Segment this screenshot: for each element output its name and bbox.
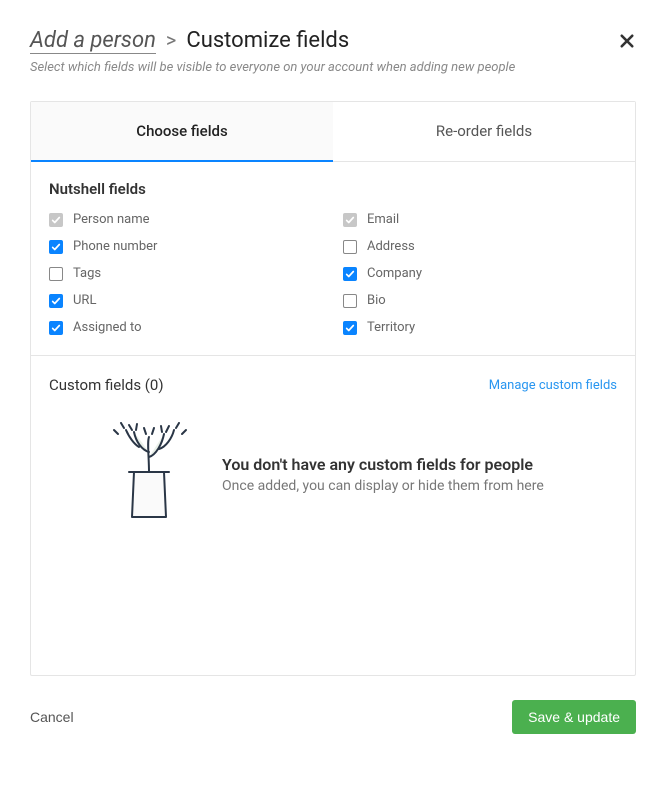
field-phone: Phone number <box>49 239 323 254</box>
fields-panel: Choose fields Re-order fields Nutshell f… <box>30 101 636 676</box>
field-label: Assigned to <box>73 320 142 335</box>
checkbox-person-name <box>49 213 63 227</box>
field-label: URL <box>73 293 96 308</box>
checkbox-phone[interactable] <box>49 240 63 254</box>
checkbox-bio[interactable] <box>343 294 357 308</box>
tab-choose-fields[interactable]: Choose fields <box>31 102 333 162</box>
page-subtitle: Select which fields will be visible to e… <box>30 60 636 75</box>
close-icon <box>618 32 636 50</box>
field-label: Territory <box>367 320 415 335</box>
field-label: Email <box>367 212 399 227</box>
field-email: Email <box>343 212 617 227</box>
field-label: Address <box>367 239 415 254</box>
page-title: Customize fields <box>186 28 349 53</box>
breadcrumb-parent-link[interactable]: Add a person <box>30 28 156 54</box>
save-button[interactable]: Save & update <box>512 700 636 734</box>
close-button[interactable] <box>618 32 636 54</box>
breadcrumb: Add a person > Customize fields <box>30 28 636 54</box>
nutshell-fields-section: Nutshell fields Person name Email Phone … <box>31 162 635 355</box>
custom-fields-section: Custom fields (0) Manage custom fields <box>31 355 635 675</box>
tab-reorder-fields[interactable]: Re-order fields <box>333 102 635 162</box>
manage-custom-fields-link[interactable]: Manage custom fields <box>489 378 617 393</box>
field-bio: Bio <box>343 293 617 308</box>
field-territory: Territory <box>343 320 617 335</box>
checkbox-tags[interactable] <box>49 267 63 281</box>
field-url: URL <box>49 293 323 308</box>
cancel-button[interactable]: Cancel <box>30 709 74 725</box>
empty-state: You don't have any custom fields for peo… <box>49 422 617 526</box>
checkbox-assigned-to[interactable] <box>49 321 63 335</box>
nutshell-fields-title: Nutshell fields <box>49 180 617 198</box>
field-label: Company <box>367 266 422 281</box>
tabs: Choose fields Re-order fields <box>31 102 635 162</box>
field-label: Tags <box>73 266 101 281</box>
checkbox-email <box>343 213 357 227</box>
breadcrumb-separator: > <box>166 28 176 52</box>
field-label: Phone number <box>73 239 157 254</box>
checkbox-company[interactable] <box>343 267 357 281</box>
field-tags: Tags <box>49 266 323 281</box>
empty-state-title: You don't have any custom fields for peo… <box>222 455 617 474</box>
empty-state-subtitle: Once added, you can display or hide them… <box>222 478 617 494</box>
field-person-name: Person name <box>49 212 323 227</box>
field-address: Address <box>343 239 617 254</box>
cactus-icon <box>104 422 194 526</box>
checkbox-territory[interactable] <box>343 321 357 335</box>
checkbox-address[interactable] <box>343 240 357 254</box>
field-label: Bio <box>367 293 386 308</box>
field-assigned-to: Assigned to <box>49 320 323 335</box>
custom-fields-title: Custom fields (0) <box>49 376 164 394</box>
field-company: Company <box>343 266 617 281</box>
checkbox-url[interactable] <box>49 294 63 308</box>
field-label: Person name <box>73 212 150 227</box>
footer: Cancel Save & update <box>30 700 636 734</box>
nutshell-fields-grid: Person name Email Phone number Address T… <box>49 212 617 335</box>
